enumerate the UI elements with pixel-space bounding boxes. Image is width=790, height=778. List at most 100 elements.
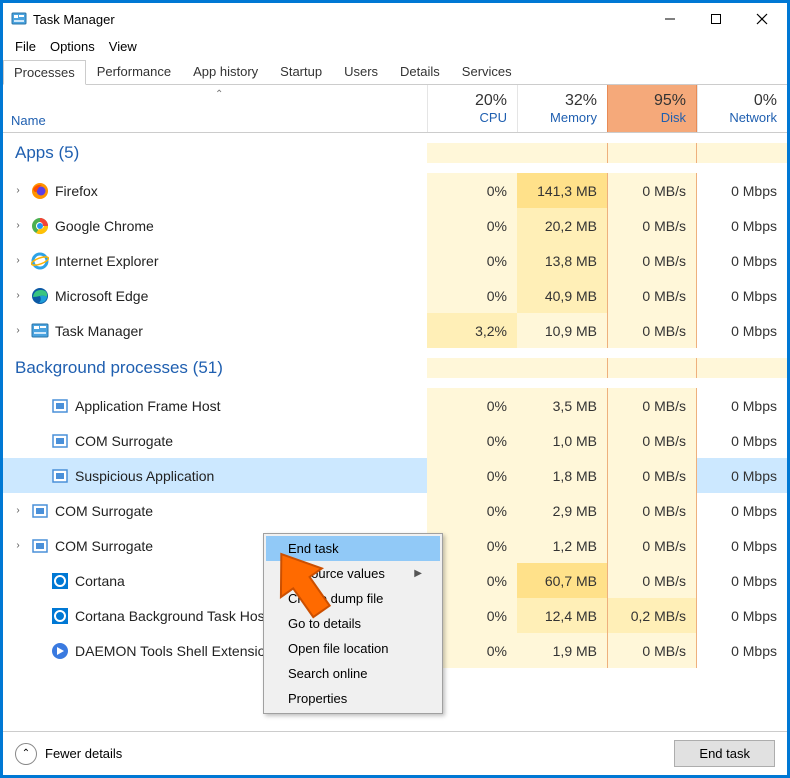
context-properties-label: Properties bbox=[288, 691, 347, 706]
tab-users[interactable]: Users bbox=[333, 59, 389, 84]
footer: ⌃ Fewer details End task bbox=[3, 731, 787, 775]
process-row[interactable]: › Firefox 0% 141,3 MB 0 MB/s 0 Mbps bbox=[3, 173, 787, 208]
fewer-details-toggle[interactable]: ⌃ Fewer details bbox=[15, 743, 664, 765]
tab-processes[interactable]: Processes bbox=[3, 60, 86, 85]
cell-cpu: 3,2% bbox=[427, 313, 517, 348]
cell-cpu: 0% bbox=[427, 208, 517, 243]
title-bar: Task Manager bbox=[3, 3, 787, 35]
process-row[interactable]: › Google Chrome 0% 20,2 MB 0 MB/s 0 Mbps bbox=[3, 208, 787, 243]
cell-disk: 0 MB/s bbox=[607, 528, 697, 563]
process-row[interactable]: › Internet Explorer 0% 13,8 MB 0 MB/s 0 … bbox=[3, 243, 787, 278]
process-name: COM Surrogate bbox=[75, 433, 173, 449]
tab-details[interactable]: Details bbox=[389, 59, 451, 84]
context-go-to-details[interactable]: Go to details bbox=[266, 611, 440, 636]
column-cpu[interactable]: 20% CPU bbox=[427, 85, 517, 132]
context-search-online[interactable]: Search online bbox=[266, 661, 440, 686]
frame-icon bbox=[31, 537, 49, 555]
context-open-file-location[interactable]: Open file location bbox=[266, 636, 440, 661]
cell-memory: 13,8 MB bbox=[517, 243, 607, 278]
frame-icon bbox=[31, 502, 49, 520]
column-name[interactable]: ⌃ Name bbox=[3, 85, 427, 132]
context-create-dump[interactable]: Create dump file bbox=[266, 586, 440, 611]
cell-disk: 0 MB/s bbox=[607, 313, 697, 348]
minimize-button[interactable] bbox=[647, 4, 693, 34]
cpu-percent: 20% bbox=[475, 92, 507, 110]
process-row[interactable]: › Application Frame Host 0% 3,5 MB 0 MB/… bbox=[3, 388, 787, 423]
cell-network: 0 Mbps bbox=[697, 633, 787, 668]
frame-icon bbox=[51, 432, 69, 450]
cell-memory: 1,2 MB bbox=[517, 528, 607, 563]
process-name: Microsoft Edge bbox=[55, 288, 148, 304]
process-name: COM Surrogate bbox=[55, 503, 153, 519]
column-name-label: Name bbox=[11, 113, 46, 128]
tab-app-history[interactable]: App history bbox=[182, 59, 269, 84]
group-apps[interactable]: Apps (5) bbox=[3, 133, 787, 173]
cell-memory: 1,8 MB bbox=[517, 458, 607, 493]
cell-disk: 0 MB/s bbox=[607, 563, 697, 598]
maximize-button[interactable] bbox=[693, 4, 739, 34]
menu-view[interactable]: View bbox=[103, 37, 143, 56]
process-name: DAEMON Tools Shell Extensions bbox=[75, 643, 280, 659]
expand-icon[interactable]: › bbox=[11, 540, 25, 551]
cell-disk: 0 MB/s bbox=[607, 493, 697, 528]
cell-disk: 0 MB/s bbox=[607, 243, 697, 278]
expand-icon[interactable]: › bbox=[11, 185, 25, 196]
frame-icon bbox=[51, 397, 69, 415]
tm-icon bbox=[31, 322, 49, 340]
memory-percent: 32% bbox=[565, 92, 597, 110]
process-name: COM Surrogate bbox=[55, 538, 153, 554]
end-task-button[interactable]: End task bbox=[674, 740, 775, 767]
process-row[interactable]: › COM Surrogate 0% 1,0 MB 0 MB/s 0 Mbps bbox=[3, 423, 787, 458]
menu-file[interactable]: File bbox=[9, 37, 42, 56]
cortana-icon bbox=[51, 607, 69, 625]
cell-network: 0 Mbps bbox=[697, 313, 787, 348]
close-button[interactable] bbox=[739, 4, 785, 34]
cell-cpu: 0% bbox=[427, 388, 517, 423]
frame-icon bbox=[51, 467, 69, 485]
cell-network: 0 Mbps bbox=[697, 528, 787, 563]
column-network[interactable]: 0% Network bbox=[697, 85, 787, 132]
cell-disk: 0 MB/s bbox=[607, 388, 697, 423]
context-properties[interactable]: Properties bbox=[266, 686, 440, 711]
process-row[interactable]: › Microsoft Edge 0% 40,9 MB 0 MB/s 0 Mbp… bbox=[3, 278, 787, 313]
column-disk[interactable]: 95% Disk bbox=[607, 85, 697, 132]
cell-network: 0 Mbps bbox=[697, 423, 787, 458]
cell-network: 0 Mbps bbox=[697, 243, 787, 278]
context-resource-values-label: Resource values bbox=[288, 566, 385, 581]
daemon-icon bbox=[51, 642, 69, 660]
process-row[interactable]: › Task Manager 3,2% 10,9 MB 0 MB/s 0 Mbp… bbox=[3, 313, 787, 348]
cell-disk: 0 MB/s bbox=[607, 423, 697, 458]
cell-network: 0 Mbps bbox=[697, 388, 787, 423]
expand-icon[interactable]: › bbox=[11, 290, 25, 301]
cell-disk: 0,2 MB/s bbox=[607, 598, 697, 633]
cell-cpu: 0% bbox=[427, 493, 517, 528]
process-row[interactable]: › Suspicious Application 0% 1,8 MB 0 MB/… bbox=[3, 458, 787, 493]
group-background-label: Background processes (51) bbox=[15, 358, 427, 378]
tab-performance[interactable]: Performance bbox=[86, 59, 182, 84]
cell-memory: 3,5 MB bbox=[517, 388, 607, 423]
expand-icon[interactable]: › bbox=[11, 255, 25, 266]
menu-options[interactable]: Options bbox=[44, 37, 101, 56]
disk-percent: 95% bbox=[654, 92, 686, 110]
cell-network: 0 Mbps bbox=[697, 208, 787, 243]
column-memory[interactable]: 32% Memory bbox=[517, 85, 607, 132]
tab-services[interactable]: Services bbox=[451, 59, 523, 84]
group-background[interactable]: Background processes (51) bbox=[3, 348, 787, 388]
tab-startup[interactable]: Startup bbox=[269, 59, 333, 84]
cell-disk: 0 MB/s bbox=[607, 278, 697, 313]
cell-cpu: 0% bbox=[427, 243, 517, 278]
app-icon bbox=[11, 11, 27, 27]
expand-icon[interactable]: › bbox=[11, 505, 25, 516]
cell-network: 0 Mbps bbox=[697, 458, 787, 493]
expand-icon[interactable]: › bbox=[11, 325, 25, 336]
cell-memory: 20,2 MB bbox=[517, 208, 607, 243]
context-end-task[interactable]: End task bbox=[266, 536, 440, 561]
process-name: Task Manager bbox=[55, 323, 143, 339]
process-row[interactable]: › COM Surrogate 0% 2,9 MB 0 MB/s 0 Mbps bbox=[3, 493, 787, 528]
memory-label: Memory bbox=[550, 110, 597, 125]
sort-indicator-icon: ⌃ bbox=[215, 89, 223, 100]
context-create-dump-label: Create dump file bbox=[288, 591, 383, 606]
context-resource-values[interactable]: Resource values▶ bbox=[266, 561, 440, 586]
process-name: Internet Explorer bbox=[55, 253, 159, 269]
expand-icon[interactable]: › bbox=[11, 220, 25, 231]
